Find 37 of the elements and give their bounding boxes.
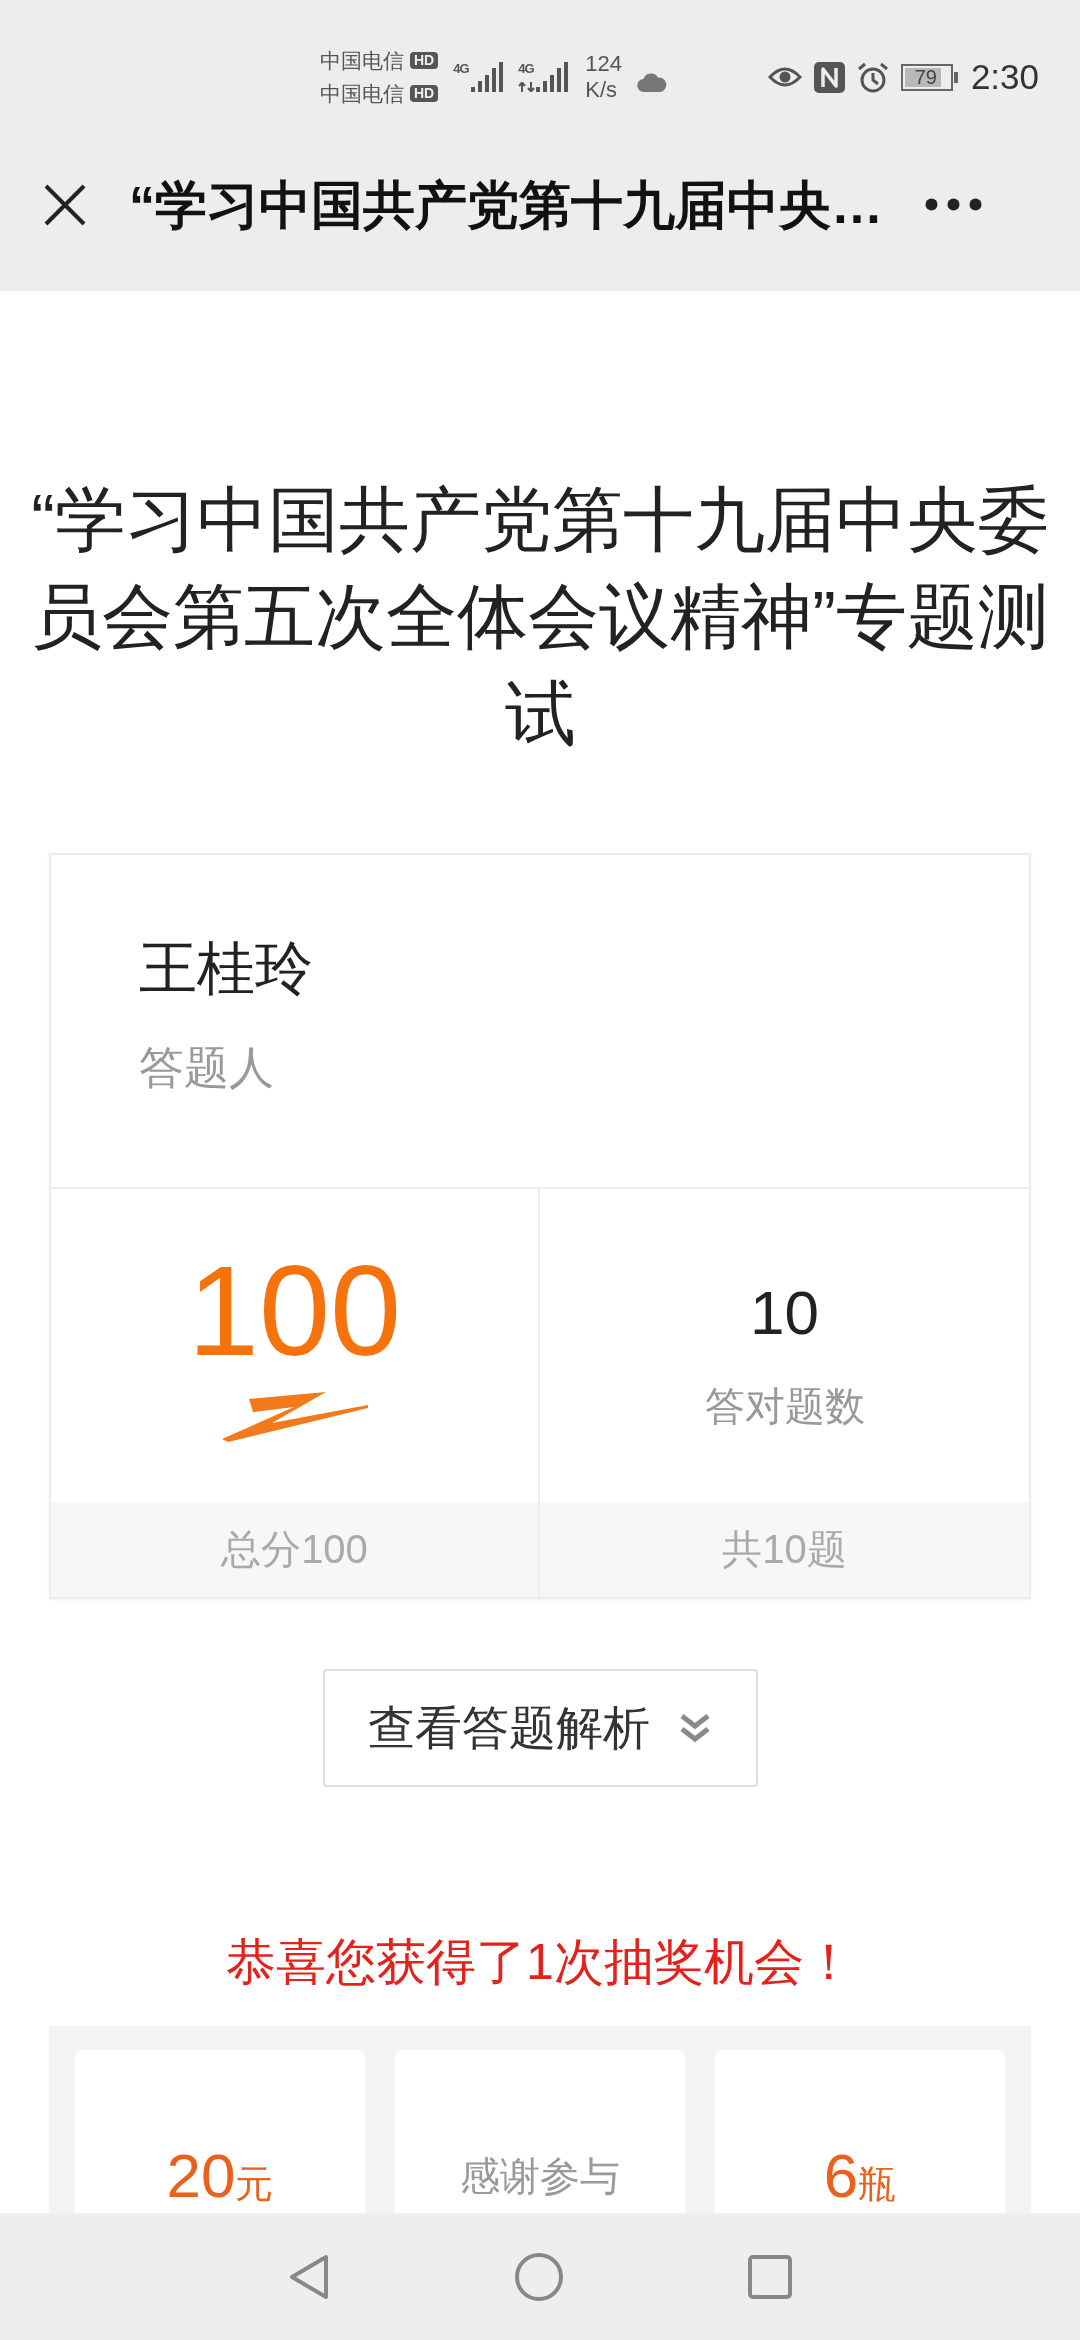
network-speed-unit: K/s	[585, 77, 619, 103]
network-speed-value: 124	[585, 51, 622, 77]
stat-footer: 共10题	[540, 1502, 1029, 1597]
clock-time: 2:30	[970, 57, 1039, 97]
double-chevron-down-icon	[678, 1713, 712, 1743]
page-title-text: “学习中国共产党第十九届中央…	[129, 174, 883, 236]
recents-icon[interactable]	[748, 2254, 792, 2299]
quiz-title: “学习中国共产党第十九届中央委员会第五次全体会议精神”专题测试	[30, 479, 1050, 755]
correct-count-value: 10	[750, 1277, 819, 1349]
respondent-name: 王桂玲	[139, 934, 313, 1002]
alarm-clock-icon	[856, 61, 889, 93]
score-value: 100	[187, 1245, 402, 1377]
carrier-name: 中国电信	[320, 47, 404, 74]
stat-footer: 总分100	[51, 1502, 538, 1597]
signal-bars-icon	[471, 62, 504, 92]
close-icon	[43, 182, 87, 227]
battery-indicator: 79	[900, 63, 959, 91]
home-icon[interactable]	[515, 2252, 563, 2301]
correct-count-label: 答对题数	[704, 1383, 865, 1430]
prize-text: 感谢参与	[460, 2153, 620, 2200]
network-type-label: 4G	[518, 62, 535, 75]
more-icon	[925, 198, 982, 211]
swoosh-icon	[221, 1390, 368, 1443]
cloud-icon	[636, 72, 667, 92]
respondent-label: 答题人	[139, 1041, 274, 1095]
back-icon[interactable]	[288, 2252, 330, 2301]
nfc-icon	[813, 61, 845, 93]
network-type-label: 4G	[453, 62, 470, 75]
view-analysis-button[interactable]: 查看答题解析	[322, 1669, 758, 1787]
prize-amount: 6瓶	[823, 2144, 897, 2212]
signal-bars-icon	[536, 62, 569, 92]
prize-amount: 20元	[166, 2144, 274, 2212]
data-arrows-icon	[518, 82, 536, 92]
hd-badge: HD	[410, 85, 439, 102]
hd-badge: HD	[410, 52, 439, 69]
carrier-name: 中国电信	[320, 80, 404, 107]
lottery-message: 恭喜您获得了1次抽奖机会！	[225, 1933, 855, 1992]
